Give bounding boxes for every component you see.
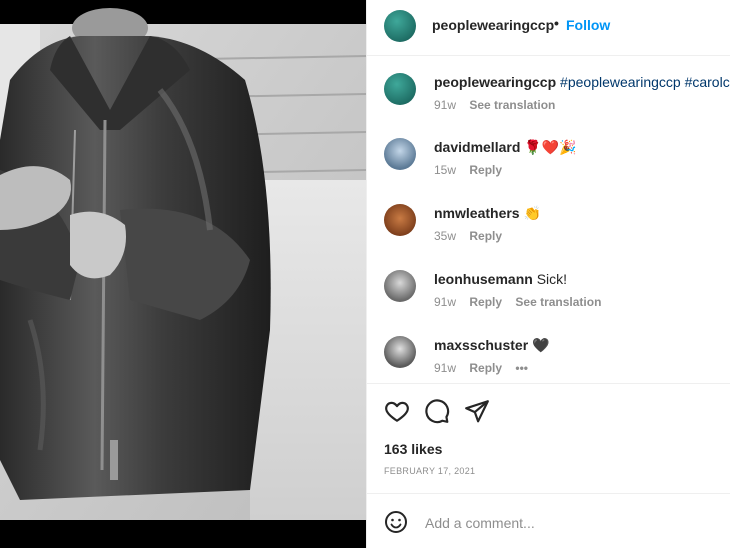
commenter-avatar[interactable]: [384, 138, 416, 170]
share-icon[interactable]: [464, 398, 492, 426]
comment-body: Sick!: [536, 271, 568, 287]
comment-meta: 91w Reply See translation: [434, 295, 611, 309]
add-comment-bar: [367, 493, 730, 548]
comment-meta: 15w Reply: [434, 163, 512, 177]
see-translation-link[interactable]: See translation: [469, 98, 555, 112]
comment-age: 15w: [434, 163, 457, 177]
see-translation-link[interactable]: See translation: [515, 295, 601, 309]
comment-meta: 91w Reply •••: [434, 361, 538, 375]
comment-icon[interactable]: [424, 398, 452, 426]
comment-body: 🌹❤️🎉: [524, 139, 577, 155]
comment-text: leonhusemann Sick!: [434, 271, 567, 287]
caption-age: 91w: [434, 98, 457, 112]
comment-age: 35w: [434, 229, 457, 243]
caption-hashtags[interactable]: #peoplewearingccp #carolch: [560, 74, 730, 90]
likes-count[interactable]: 163 likes: [384, 441, 442, 457]
comments-list[interactable]: peoplewearingccp #peoplewearingccp #caro…: [367, 57, 730, 383]
commenter-avatar[interactable]: [384, 270, 416, 302]
comment-username[interactable]: davidmellard: [434, 139, 520, 155]
reply-button[interactable]: Reply: [469, 163, 502, 177]
comment-item: leonhusemann Sick! 91w Reply See transla…: [367, 254, 730, 314]
caption-text: peoplewearingccp #peoplewearingccp #caro…: [434, 74, 730, 90]
post-photo: [0, 0, 366, 548]
post-date: FEBRUARY 17, 2021: [384, 466, 476, 476]
author-avatar[interactable]: [384, 73, 416, 105]
comment-item: davidmellard 🌹❤️🎉 15w Reply: [367, 122, 730, 182]
author-username[interactable]: peoplewearingccp: [432, 17, 554, 33]
post-header: peoplewearingccp • Follow: [367, 0, 730, 56]
separator-dot: •: [554, 15, 559, 31]
comment-text: maxsschuster 🖤: [434, 337, 550, 354]
commenter-avatar[interactable]: [384, 336, 416, 368]
comment-username[interactable]: leonhusemann: [434, 271, 533, 287]
comment-meta: 35w Reply: [434, 229, 512, 243]
comment-age: 91w: [434, 295, 457, 309]
comment-item: nmwleathers 👏 35w Reply: [367, 188, 730, 248]
comment-text: davidmellard 🌹❤️🎉: [434, 139, 577, 156]
comment-body: 🖤: [532, 337, 550, 353]
caption-username[interactable]: peoplewearingccp: [434, 74, 556, 90]
comment-age: 91w: [434, 361, 457, 375]
author-avatar[interactable]: [384, 10, 416, 42]
comment-username[interactable]: maxsschuster: [434, 337, 528, 353]
reply-button[interactable]: Reply: [469, 295, 502, 309]
more-options-button[interactable]: •••: [515, 361, 528, 375]
commenter-avatar[interactable]: [384, 204, 416, 236]
emoji-icon[interactable]: [384, 510, 408, 534]
reply-button[interactable]: Reply: [469, 361, 502, 375]
caption-comment: peoplewearingccp #peoplewearingccp #caro…: [367, 57, 730, 117]
add-comment-input[interactable]: [423, 510, 717, 536]
comment-body: 👏: [523, 205, 541, 221]
follow-button[interactable]: Follow: [566, 17, 610, 33]
caption-meta: 91w See translation: [434, 98, 565, 112]
comment-item: maxsschuster 🖤 91w Reply •••: [367, 320, 730, 380]
comment-text: nmwleathers 👏: [434, 205, 541, 222]
heart-icon[interactable]: [384, 398, 412, 426]
comment-username[interactable]: nmwleathers: [434, 205, 520, 221]
post-details-panel: peoplewearingccp • Follow peoplewearingc…: [366, 0, 730, 548]
reply-button[interactable]: Reply: [469, 229, 502, 243]
